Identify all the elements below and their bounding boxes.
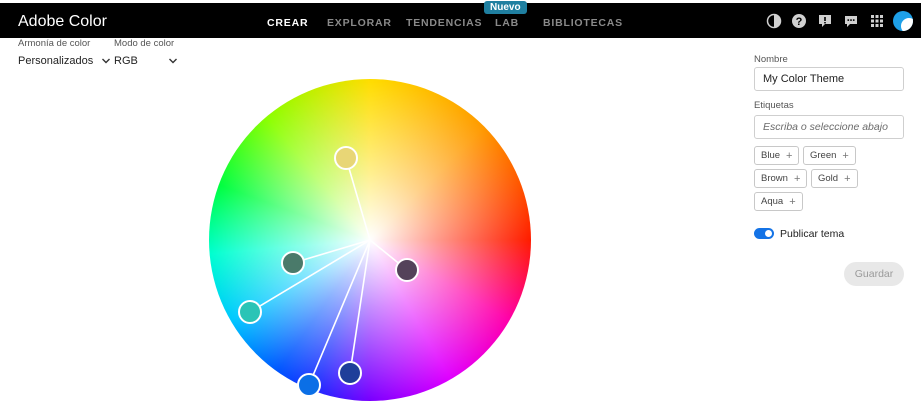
plus-icon: + [793,172,801,185]
tag-green[interactable]: Green + [803,146,856,165]
tag-brown[interactable]: Brown + [754,169,808,188]
plus-icon: + [786,149,793,162]
tag-label: Brown [761,173,788,184]
chevron-down-icon [102,58,111,64]
theme-toggle-icon[interactable] [766,13,782,29]
harmony-label: Armonía de color [18,38,91,49]
tag-aqua[interactable]: Aqua + [754,192,803,211]
tags-input[interactable]: Escriba o seleccione abajo [754,115,904,139]
save-button[interactable]: Guardar [844,262,904,286]
svg-text:?: ? [796,16,803,28]
color-wheel[interactable] [209,79,531,401]
publish-label: Publicar tema [780,228,845,240]
help-icon[interactable]: ? [791,13,807,29]
tag-label: Blue [761,150,781,161]
nav-tendencias[interactable]: TENDENCIAS [406,17,482,29]
color-handle-2[interactable] [281,251,305,275]
chevron-down-icon [168,58,177,64]
nav-lab[interactable]: LAB [495,17,519,29]
nav-explorar[interactable]: EXPLORAR [327,17,392,29]
harmony-select[interactable]: Personalizados [18,55,111,67]
color-wheel-handles [238,146,419,397]
color-handle-3[interactable] [238,300,262,324]
nav-bibliotecas[interactable]: BIBLIOTECAS [543,17,623,29]
nav-crear[interactable]: CREAR [267,17,308,29]
color-mode-label: Modo de color [114,38,175,49]
tag-blue[interactable]: Blue + [754,146,800,165]
avatar[interactable] [893,11,913,31]
feedback-icon[interactable] [817,13,833,29]
color-mode-value: RGB [114,55,138,67]
tag-label: Gold [818,173,839,184]
publish-toggle[interactable] [754,228,774,239]
tag-label: Aqua [761,196,784,207]
theme-name-input[interactable]: My Color Theme [754,67,904,91]
apps-grid-icon[interactable] [869,13,885,29]
new-badge: Nuevo [484,1,527,14]
tag-gold[interactable]: Gold + [811,169,858,188]
name-label: Nombre [754,54,788,65]
color-handle-1[interactable] [334,146,358,170]
chat-icon[interactable] [843,13,859,29]
color-handle-5[interactable] [338,361,362,385]
color-handle-4-base[interactable] [297,373,321,397]
top-navigation-bar: Adobe Color CREAR EXPLORAR TENDENCIAS LA… [0,3,921,38]
plus-icon: + [789,195,796,208]
plus-icon: + [842,149,849,162]
brand-logo[interactable]: Adobe Color [18,13,107,31]
tag-label: Green [810,150,837,161]
color-mode-select[interactable]: RGB [114,55,178,67]
color-handle-6[interactable] [395,258,419,282]
plus-icon: + [844,172,851,185]
tags-label: Etiquetas [754,100,794,111]
harmony-value: Personalizados [18,55,94,67]
